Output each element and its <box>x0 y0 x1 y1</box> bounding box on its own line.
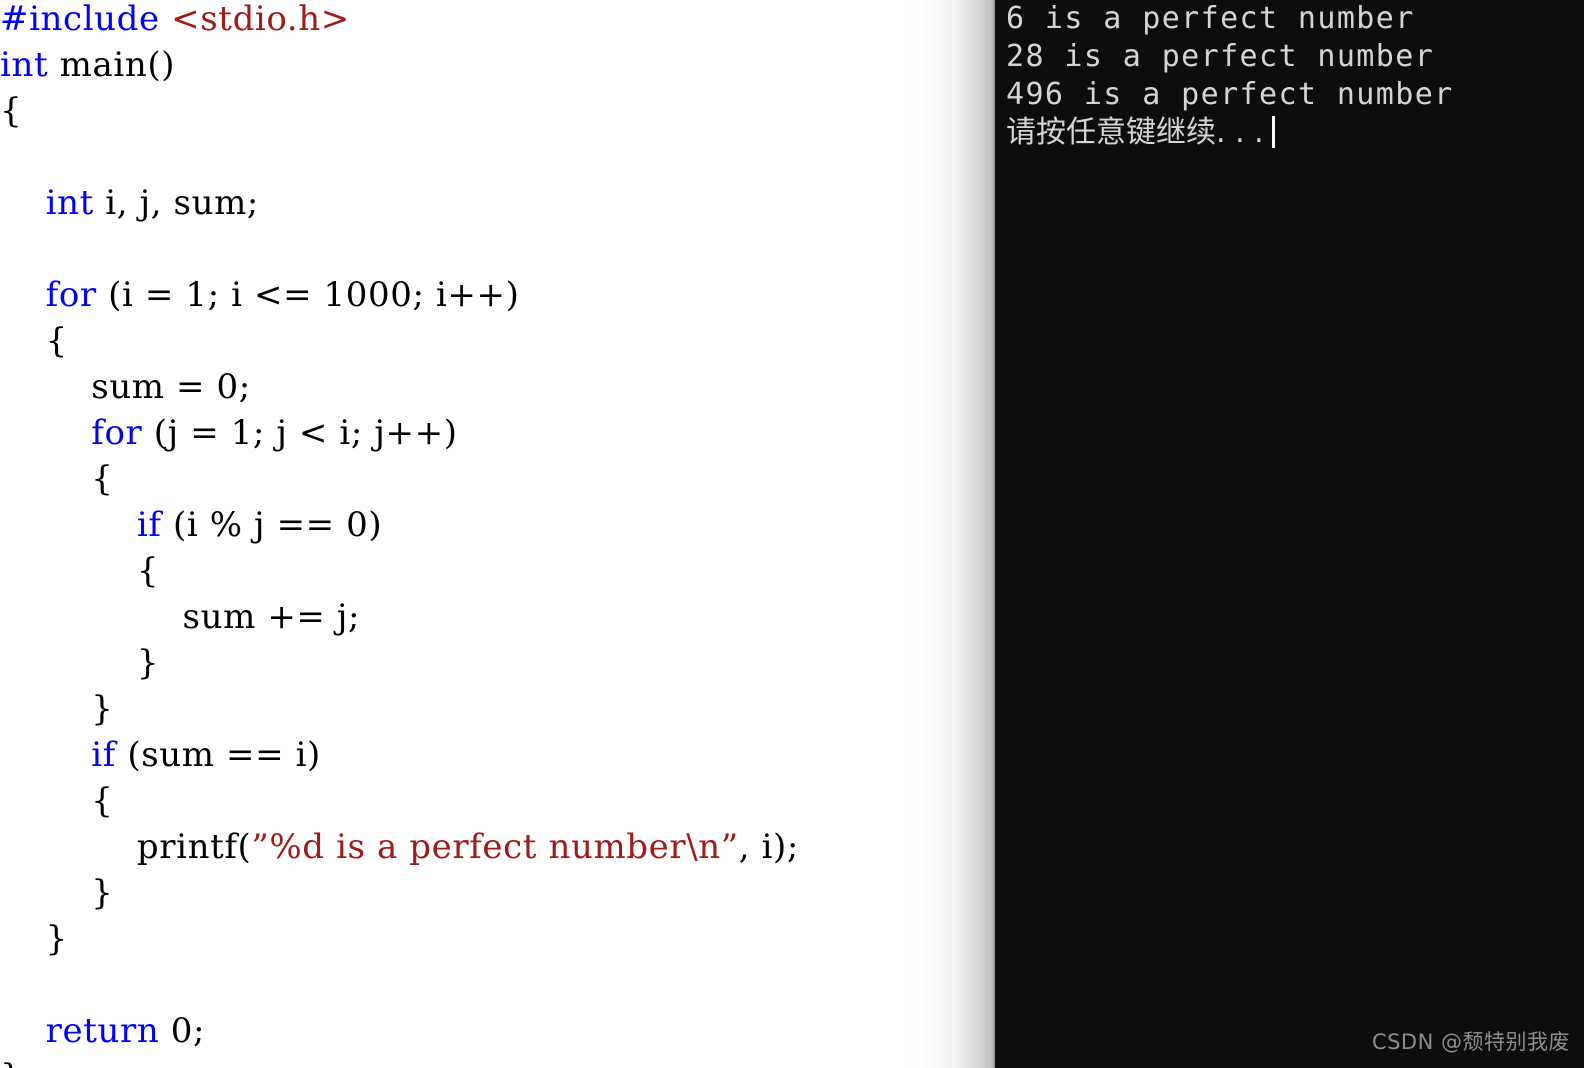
console-output-pane[interactable]: 6 is a perfect number 28 is a perfect num… <box>988 0 1584 1068</box>
console-prompt-text: 请按任意键继续. . . <box>1006 115 1264 150</box>
code-token-plain: { <box>91 459 114 499</box>
console-prompt-line: 请按任意键继续. . . <box>1006 114 1454 152</box>
code-token-kw: for <box>91 413 143 453</box>
code-line[interactable]: for (j = 1; j < i; j++) <box>0 410 988 456</box>
code-line[interactable]: { <box>0 456 988 502</box>
code-token-plain: { <box>136 551 160 591</box>
code-line[interactable]: sum += j; <box>0 594 988 640</box>
code-token-plain: } <box>91 873 114 913</box>
code-token-str: ”%d is a perfect number\n” <box>251 827 739 867</box>
code-token-plain: } <box>136 643 160 683</box>
code-line[interactable]: } <box>0 916 988 962</box>
code-token-plain: { <box>0 91 23 131</box>
code-token-plain: (i = 1; i <= 1000; i++) <box>96 275 520 315</box>
code-line[interactable]: #include <stdio.h> <box>0 0 988 42</box>
code-line[interactable]: { <box>0 318 988 364</box>
code-editor-pane[interactable]: #include <stdio.h> int main(){ int i, j, … <box>0 0 988 1068</box>
code-line[interactable]: sum = 0; <box>0 364 988 410</box>
code-token-plain: { <box>45 321 68 361</box>
code-token-kw: if <box>91 735 116 775</box>
code-token-kw: int <box>0 45 49 85</box>
code-token-plain: sum += j; <box>182 597 361 637</box>
code-token-plain: (i % j == 0) <box>161 505 383 545</box>
code-line[interactable]: if (i % j == 0) <box>0 502 988 548</box>
code-line[interactable]: if (sum == i) <box>0 732 988 778</box>
code-token-kw: return <box>45 1011 160 1051</box>
code-token-kw: int <box>45 183 94 223</box>
code-token-plain: } <box>91 689 114 729</box>
code-line[interactable]: int main() <box>0 42 988 88</box>
code-token-kw: for <box>45 275 97 315</box>
csdn-watermark: CSDN @颓特别我废 <box>1371 1030 1570 1054</box>
code-line[interactable]: } <box>0 1054 988 1068</box>
console-line: 6 is a perfect number <box>1006 1 1415 36</box>
code-line[interactable]: } <box>0 686 988 732</box>
code-line[interactable]: int i, j, sum; <box>0 180 988 226</box>
code-line[interactable]: for (i = 1; i <= 1000; i++) <box>0 272 988 318</box>
code-token-plain: printf( <box>136 827 252 867</box>
console-line: 28 is a perfect number <box>1006 39 1435 74</box>
code-line[interactable] <box>0 226 988 272</box>
code-token-plain: 0; <box>159 1011 206 1051</box>
code-line[interactable]: } <box>0 870 988 916</box>
code-token-plain: } <box>0 1057 22 1068</box>
code-token-plain: (sum == i) <box>115 735 321 775</box>
code-line[interactable]: printf(”%d is a perfect number\n”, i); <box>0 824 988 870</box>
code-line[interactable] <box>0 962 988 1008</box>
code-token-kw: if <box>136 505 162 545</box>
code-line[interactable]: return 0; <box>0 1008 988 1054</box>
code-line[interactable]: { <box>0 548 988 594</box>
code-token-plain: , i); <box>738 827 799 867</box>
code-token-plain: { <box>91 781 114 821</box>
code-line[interactable]: { <box>0 778 988 824</box>
console-line: 496 is a perfect number <box>1006 77 1454 112</box>
code-token-plain: i, j, sum; <box>93 183 259 223</box>
code-token-pp: #include <box>0 0 172 39</box>
screenshot-root: #include <stdio.h> int main(){ int i, j, … <box>0 0 1584 1068</box>
code-line[interactable]: { <box>0 88 988 134</box>
code-token-plain: main() <box>48 45 176 85</box>
console-left-border <box>988 0 995 1068</box>
code-token-plain: sum = 0; <box>91 367 251 407</box>
code-line[interactable] <box>0 134 988 180</box>
code-token-plain: } <box>45 919 68 959</box>
code-token-str: <stdio.h> <box>171 0 350 39</box>
code-token-plain: (j = 1; j < i; j++) <box>142 413 458 453</box>
code-line[interactable]: } <box>0 640 988 686</box>
console-cursor <box>1271 116 1275 148</box>
console-output-text: 6 is a perfect number 28 is a perfect num… <box>1006 0 1454 152</box>
source-code-block[interactable]: #include <stdio.h> int main(){ int i, j, … <box>0 0 988 1068</box>
